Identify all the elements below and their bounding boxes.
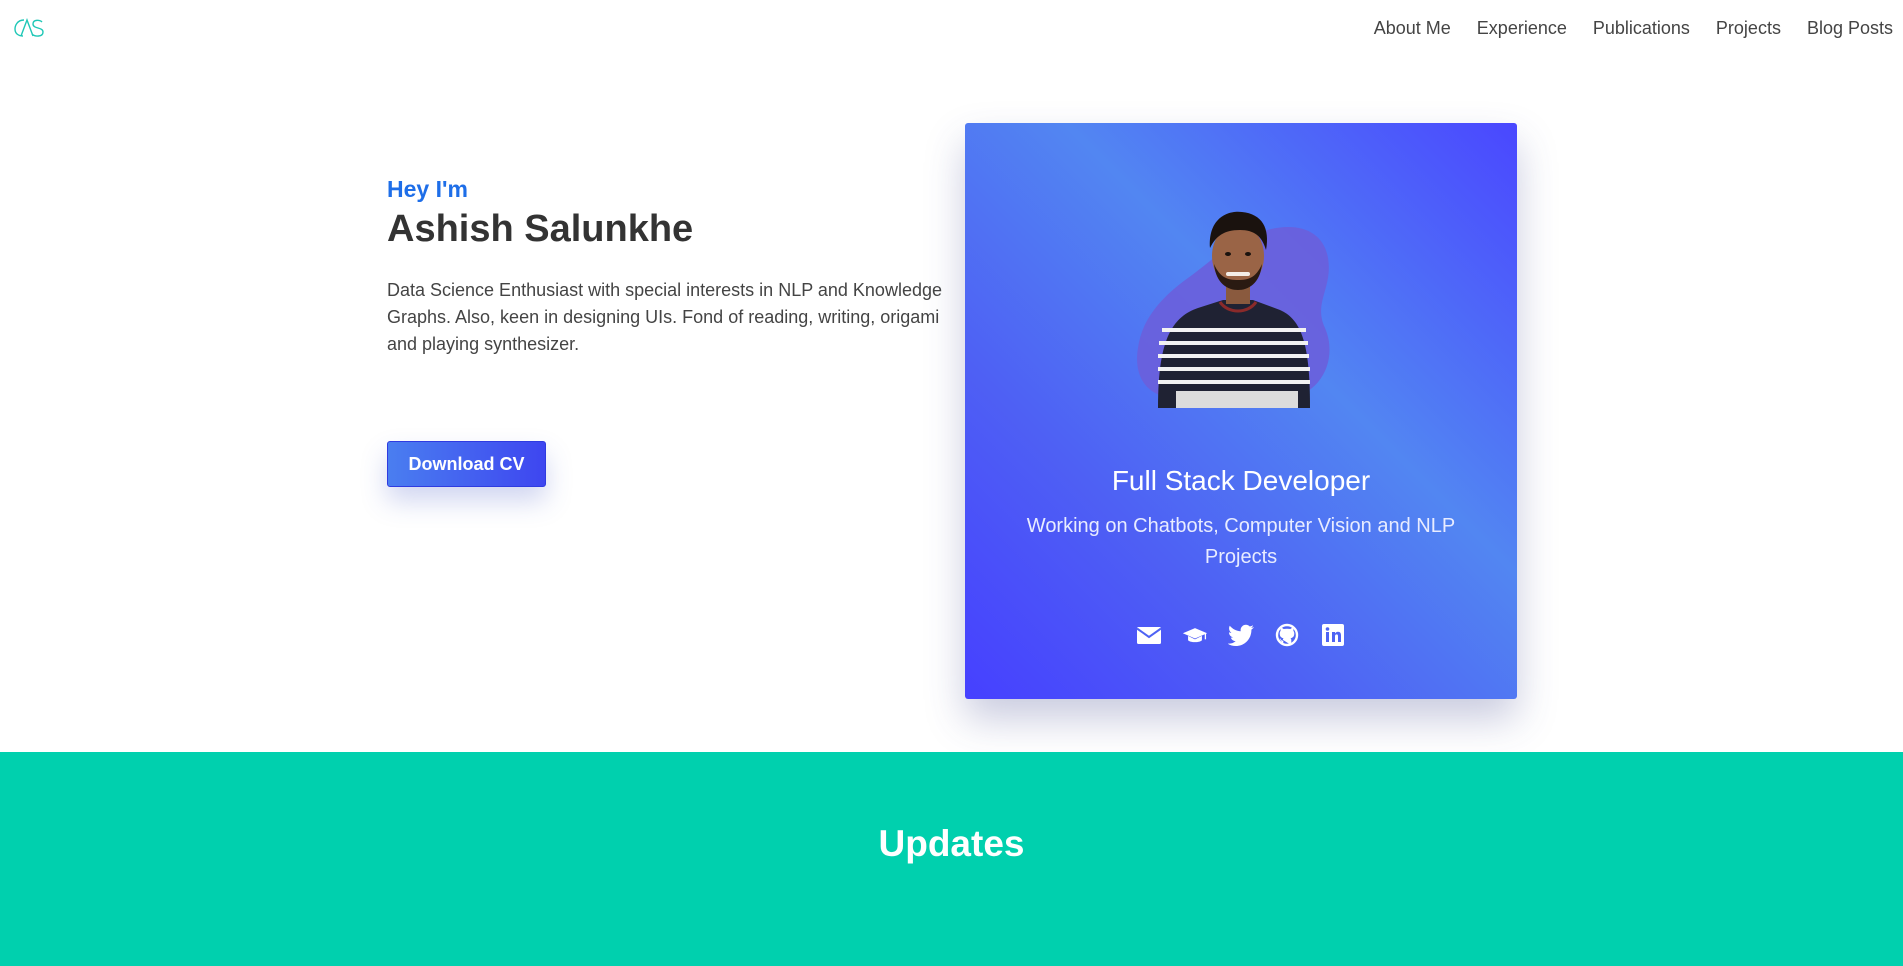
person-name: Ashish Salunkhe: [387, 208, 694, 250]
updates-section: Updates: [0, 752, 1903, 966]
bio-text: Data Science Enthusiast with special int…: [387, 280, 942, 354]
nav-about-me[interactable]: About Me: [1374, 18, 1451, 39]
nav-experience[interactable]: Experience: [1477, 18, 1567, 39]
updates-heading: Updates: [878, 823, 1025, 864]
graduation-cap-icon[interactable]: [1182, 623, 1208, 647]
envelope-icon[interactable]: [1136, 623, 1162, 647]
linkedin-icon[interactable]: [1320, 623, 1346, 647]
social-links: [965, 623, 1517, 647]
github-icon[interactable]: [1274, 623, 1300, 647]
nav-blog-posts[interactable]: Blog Posts: [1807, 18, 1893, 39]
nav-publications[interactable]: Publications: [1593, 18, 1690, 39]
profile-photo: [1137, 211, 1330, 408]
navbar: About Me Experience Publications Project…: [0, 0, 1903, 58]
main-nav: About Me Experience Publications Project…: [1348, 18, 1893, 39]
download-cv-button[interactable]: Download CV: [387, 441, 546, 487]
profile-card: Full Stack Developer Working on Chatbots…: [965, 123, 1517, 699]
as-monogram-logo-icon[interactable]: [13, 17, 45, 39]
greeting: Hey I'm: [387, 176, 468, 202]
hero-intro: Hey I'm Ashish Salunkhe Data Science Ent…: [387, 174, 947, 358]
nav-projects[interactable]: Projects: [1716, 18, 1781, 39]
card-title: Full Stack Developer: [1111, 465, 1371, 496]
twitter-icon[interactable]: [1228, 623, 1254, 647]
card-subtitle: Working on Chatbots, Computer Vision and…: [1026, 515, 1456, 568]
